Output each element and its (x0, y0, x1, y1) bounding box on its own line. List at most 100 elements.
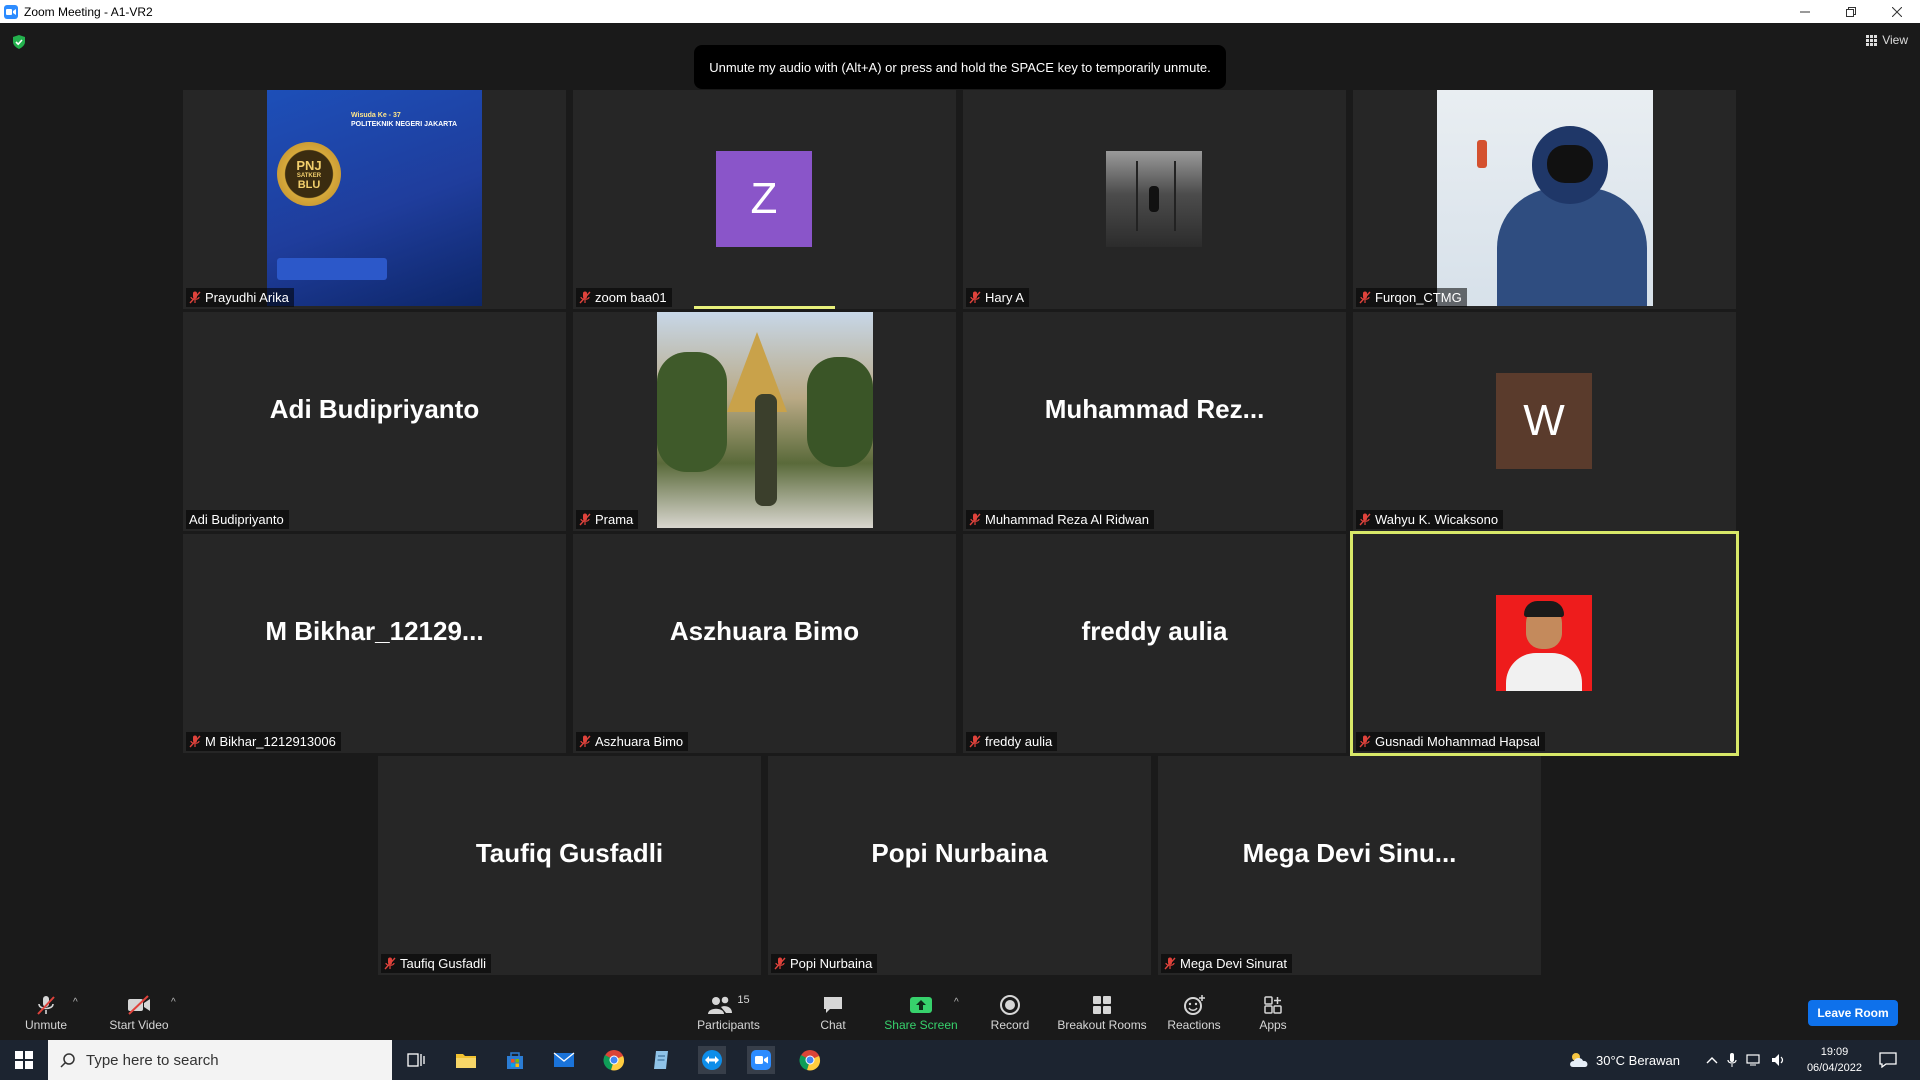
task-view-icon[interactable] (402, 1046, 430, 1074)
file-explorer-icon[interactable] (452, 1046, 480, 1074)
view-label: View (1882, 33, 1908, 47)
unmute-button[interactable]: Unmute (16, 983, 76, 1040)
apps-icon (1264, 995, 1282, 1014)
mail-icon[interactable] (550, 1046, 578, 1074)
cloudy-weather-icon (1570, 1053, 1588, 1067)
notepad-app-icon[interactable] (648, 1046, 676, 1074)
windows-logo-icon (15, 1051, 33, 1069)
minimize-button[interactable] (1782, 0, 1828, 23)
pnj-badge: PNJ SATKER BLU (277, 142, 341, 206)
chrome-icon[interactable] (600, 1046, 628, 1074)
participant-name: Hary A (985, 290, 1025, 305)
participant-nametag: Gusnadi Mohammad Hapsal (1356, 732, 1545, 751)
participant-nametag: freddy aulia (966, 732, 1058, 751)
audio-options-caret-icon[interactable]: ^ (73, 997, 78, 1008)
badge-pnj: PNJ (296, 157, 322, 173)
notification-icon[interactable] (1874, 1046, 1902, 1074)
participant-display-name: M Bikhar_12129... (265, 616, 484, 646)
participant-name: Muhammad Reza Al Ridwan (985, 512, 1150, 527)
video-tile-freddy[interactable]: freddy aulia freddy aulia (963, 534, 1346, 753)
leave-room-button[interactable]: Leave Room (1808, 1000, 1898, 1026)
participant-name: Taufiq Gusfadli (400, 956, 486, 971)
share-screen-button[interactable]: Share Screen (880, 983, 962, 1040)
breakout-rooms-button[interactable]: Breakout Rooms (1056, 983, 1148, 1040)
video-tile-popi[interactable]: Popi Nurbaina Popi Nurbaina (768, 756, 1151, 975)
avatar (1106, 151, 1202, 247)
start-video-button[interactable]: Start Video (104, 983, 174, 1040)
muted-mic-icon (1359, 513, 1371, 526)
video-tile-gusnadi-active-speaker[interactable]: Gusnadi Mohammad Hapsal (1350, 531, 1739, 756)
microsoft-store-icon[interactable] (501, 1046, 529, 1074)
participant-nametag: Furqon_CTMG (1356, 288, 1467, 307)
participant-name: zoom baa01 (595, 290, 667, 305)
muted-mic-icon (969, 735, 981, 748)
view-button[interactable]: View (1866, 33, 1908, 47)
participant-nametag: Aszhuara Bimo (576, 732, 689, 751)
video-tile-hary-a[interactable]: Hary A (963, 90, 1346, 309)
participant-name: Gusnadi Mohammad Hapsal (1375, 734, 1540, 749)
video-tile-furqon[interactable]: Furqon_CTMG (1353, 90, 1736, 309)
video-tile-wahyu[interactable]: W Wahyu K. Wicaksono (1353, 312, 1736, 531)
clock-date: 06/04/2022 (1806, 1062, 1862, 1074)
video-tile-aszhuara[interactable]: Aszhuara Bimo Aszhuara Bimo (573, 534, 956, 753)
grid-icon (1866, 34, 1878, 46)
video-tile-zoom-baa01[interactable]: Z zoom baa01 (573, 90, 956, 309)
poster-title: Wisuda Ke - 37 (351, 112, 401, 119)
participant-nametag: Hary A (966, 288, 1030, 307)
participant-nametag: Mega Devi Sinurat (1161, 954, 1292, 973)
start-button[interactable] (10, 1046, 38, 1074)
windows-taskbar: Type here to search 30°C Berawan 19:09 0… (0, 1040, 1920, 1080)
chat-label: Chat (820, 1017, 846, 1032)
microphone-icon[interactable] (1727, 1052, 1737, 1068)
reactions-button[interactable]: Reactions (1163, 983, 1225, 1040)
participant-name: Popi Nurbaina (790, 956, 873, 971)
video-tile-m-bikhar[interactable]: M Bikhar_12129... M Bikhar_1212913006 (183, 534, 566, 753)
video-tile-adi[interactable]: Adi Budipriyanto Adi Budipriyanto (183, 312, 566, 531)
video-tile-mega[interactable]: Mega Devi Sinu... Mega Devi Sinurat (1158, 756, 1541, 975)
participant-name: Prayudhi Arika (205, 290, 289, 305)
share-screen-icon (910, 996, 932, 1013)
video-options-caret-icon[interactable]: ^ (171, 997, 176, 1008)
record-button[interactable]: Record (982, 983, 1038, 1040)
participant-name: Prama (595, 512, 634, 527)
apps-button[interactable]: Apps (1250, 983, 1296, 1040)
zoom-app-icon (4, 4, 18, 19)
participant-nametag: zoom baa01 (576, 288, 672, 307)
video-tile-muhammad-reza[interactable]: Muhammad Rez... Muhammad Reza Al Ridwan (963, 312, 1346, 531)
muted-mic-icon (579, 291, 591, 304)
close-button[interactable] (1874, 0, 1920, 23)
video-tile-prama[interactable]: Prama (573, 312, 956, 531)
teamviewer-icon[interactable] (698, 1046, 726, 1074)
search-icon (60, 1053, 75, 1068)
share-options-caret-icon[interactable]: ^ (954, 997, 959, 1008)
volume-icon[interactable] (1771, 1053, 1787, 1067)
record-icon (1000, 994, 1020, 1015)
chevron-up-icon[interactable] (1706, 1056, 1718, 1064)
participant-nametag: Prayudhi Arika (186, 288, 294, 307)
network-icon[interactable] (1746, 1053, 1762, 1067)
participant-name: Aszhuara Bimo (595, 734, 684, 749)
reactions-label: Reactions (1167, 1017, 1221, 1032)
weather-widget[interactable]: 30°C Berawan (1568, 1040, 1680, 1080)
system-tray (1706, 1040, 1787, 1080)
zoom-taskbar-icon[interactable] (747, 1046, 775, 1074)
video-tile-taufiq[interactable]: Taufiq Gusfadli Taufiq Gusfadli (378, 756, 761, 975)
taskbar-clock[interactable]: 19:09 06/04/2022 (1807, 1044, 1862, 1076)
muted-mic-icon (1164, 957, 1176, 970)
chrome-profile-icon[interactable] (796, 1046, 824, 1074)
taskbar-search-box[interactable]: Type here to search (48, 1040, 392, 1080)
video-off-icon (128, 994, 150, 1015)
window-titlebar: Zoom Meeting - A1-VR2 (0, 0, 1920, 23)
muted-mic-icon (969, 291, 981, 304)
snow-photo (1437, 90, 1653, 306)
muted-mic-icon (1359, 735, 1371, 748)
unmute-hint-toast: Unmute my audio with (Alt+A) or press an… (694, 45, 1226, 89)
video-tile-prayudhi[interactable]: Wisuda Ke - 37 POLITEKNIK NEGERI JAKARTA… (183, 90, 566, 309)
chat-button[interactable]: Chat (808, 983, 858, 1040)
restore-button[interactable] (1828, 0, 1874, 23)
participant-display-name: Popi Nurbaina (871, 838, 1048, 868)
muted-mic-icon (384, 957, 396, 970)
muted-mic-icon (579, 513, 591, 526)
encryption-shield-icon[interactable] (12, 35, 26, 49)
participants-button[interactable]: 15 Participants (690, 983, 767, 1040)
